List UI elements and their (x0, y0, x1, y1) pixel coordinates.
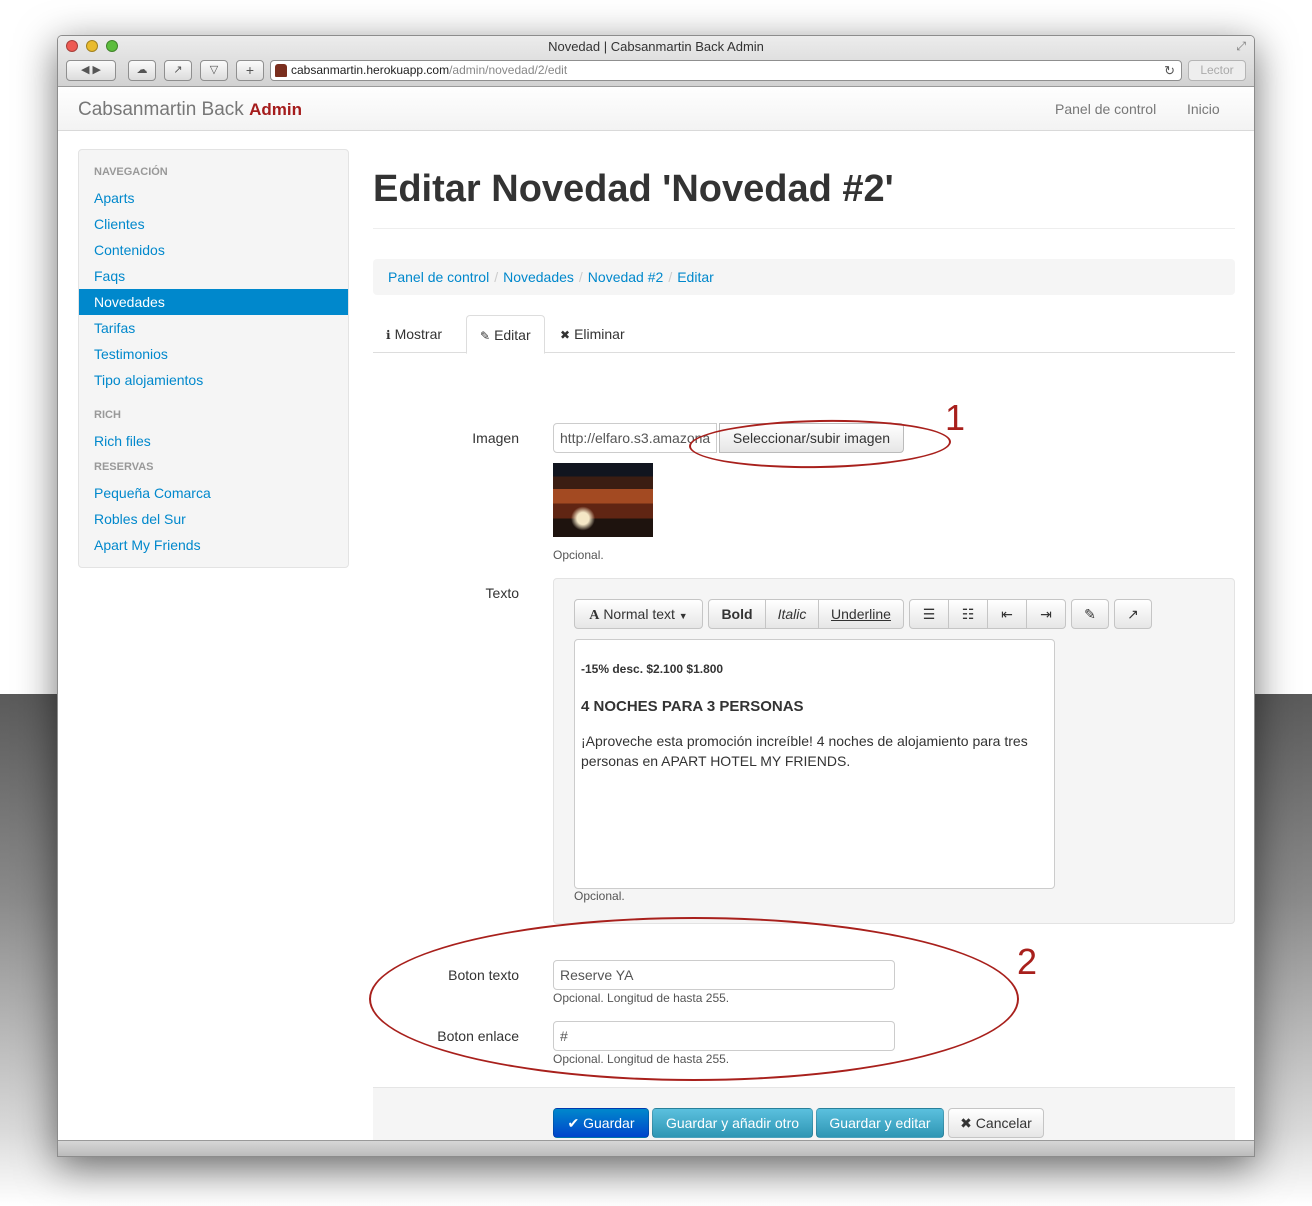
sidebar-item-tarifas[interactable]: Tarifas (79, 315, 348, 341)
sidebar-header-rich: RICH (94, 409, 121, 421)
tab-eliminar[interactable]: ✖ Eliminar (547, 315, 638, 353)
sidebar-item-faqs[interactable]: Faqs (79, 263, 348, 289)
texto-label: Texto (485, 585, 519, 601)
annotation-number-1: 1 (945, 397, 966, 438)
ordered-list-icon[interactable]: ☷ (948, 599, 988, 629)
check-icon: ✔ (567, 1115, 580, 1131)
reload-icon[interactable]: ↻ (1164, 61, 1175, 80)
sidebar: NAVEGACIÓN Aparts Clientes Contenidos Fa… (78, 149, 349, 568)
reader-button[interactable]: Lector (1188, 60, 1246, 81)
save-and-add-button[interactable]: Guardar y añadir otro (652, 1108, 813, 1138)
url-host: cabsanmartin.herokuapp.com (291, 63, 450, 77)
imagen-help: Opcional. (553, 548, 604, 562)
indent-icon[interactable]: ⇥ (1026, 599, 1066, 629)
editor-heading: 4 NOCHES PARA 3 PERSONAS (581, 698, 804, 715)
share-icon[interactable]: ↗ (164, 60, 192, 81)
nav-panel-de-control[interactable]: Panel de control (1055, 101, 1156, 117)
top-navbar: Cabsanmartin Back Admin Panel de control… (58, 88, 1254, 131)
brand-admin: Admin (249, 100, 302, 119)
editor-price-line: -15% desc. $2.100 $1.800 (581, 662, 724, 676)
text-style-dropdown[interactable]: A Normal text ▼ (574, 599, 703, 629)
sidebar-item-testimonios[interactable]: Testimonios (79, 341, 348, 367)
icloud-tabs-icon[interactable]: ☁ (128, 60, 156, 81)
browser-window: Novedad | Cabsanmartin Back Admin ⤢ ◀ ▶ … (57, 35, 1255, 1157)
status-bar (58, 1140, 1254, 1156)
close-icon: ✖ (960, 1115, 972, 1131)
save-button[interactable]: ✔ Guardar (553, 1108, 649, 1138)
sidebar-header-reservas: RESERVAS (94, 461, 154, 473)
editor-content-area[interactable]: -15% desc. $2.100 $1.800 4 NOCHES PARA 3… (574, 639, 1055, 889)
url-path: /admin/novedad/2/edit (449, 63, 568, 77)
sidebar-item-tipo-alojamientos[interactable]: Tipo alojamientos (79, 367, 348, 393)
page-title: Editar Novedad 'Novedad #2' (373, 168, 894, 210)
underline-button[interactable]: Underline (818, 599, 904, 629)
address-bar[interactable]: cabsanmartin.herokuapp.com/admin/novedad… (270, 60, 1182, 81)
breadcrumb-novedad-2[interactable]: Novedad #2 (588, 269, 664, 285)
nav-inicio[interactable]: Inicio (1187, 101, 1220, 117)
save-and-edit-button[interactable]: Guardar y editar (816, 1108, 944, 1138)
close-icon: ✖ (560, 328, 571, 342)
back-forward-button[interactable]: ◀ ▶ (66, 60, 116, 81)
cancel-button[interactable]: ✖ Cancelar (948, 1108, 1044, 1138)
breadcrumb-novedades[interactable]: Novedades (503, 269, 574, 285)
action-tabs: ℹ Mostrar ✎ Editar ✖ Eliminar (373, 315, 1235, 354)
tab-mostrar[interactable]: ℹ Mostrar (373, 315, 455, 353)
brand-name: Cabsanmartin Back (78, 99, 244, 120)
sidebar-item-rich-files[interactable]: Rich files (79, 428, 348, 454)
font-icon: A (589, 608, 600, 623)
sidebar-item-pequena-comarca[interactable]: Pequeña Comarca (79, 480, 348, 506)
rich-text-editor: A Normal text ▼ Bold Italic Underline ☰ … (553, 578, 1235, 924)
site-favicon-icon (275, 64, 287, 77)
pencil-icon[interactable]: ✎ (1071, 599, 1109, 629)
info-icon: ℹ (386, 328, 391, 342)
sidebar-header-navegacion: NAVEGACIÓN (94, 166, 168, 178)
breadcrumb-panel[interactable]: Panel de control (388, 269, 489, 285)
pencil-icon: ✎ (480, 329, 491, 343)
editor-body: ¡Aproveche esta promoción increíble! 4 n… (581, 733, 1028, 769)
sidebar-item-novedades[interactable]: Novedades (79, 289, 348, 315)
annotation-number-2: 2 (1017, 941, 1038, 982)
fullscreen-icon[interactable]: ⤢ (1236, 39, 1246, 54)
image-thumbnail (553, 463, 653, 537)
sidebar-item-robles-del-sur[interactable]: Robles del Sur (79, 506, 348, 532)
italic-button[interactable]: Italic (765, 599, 819, 629)
sidebar-item-contenidos[interactable]: Contenidos (79, 237, 348, 263)
window-title: Novedad | Cabsanmartin Back Admin (548, 39, 764, 54)
brand[interactable]: Cabsanmartin Back Admin (78, 99, 302, 121)
breadcrumb-editar[interactable]: Editar (677, 269, 714, 285)
tab-editar[interactable]: ✎ Editar (466, 315, 545, 354)
sidebar-item-aparts[interactable]: Aparts (79, 185, 348, 211)
bold-button[interactable]: Bold (708, 599, 766, 629)
add-bookmark-button[interactable]: + (236, 60, 264, 81)
annotation-ellipse-2 (369, 917, 1019, 1081)
outdent-icon[interactable]: ⇤ (987, 599, 1027, 629)
pocket-icon[interactable]: ▽ (200, 60, 228, 81)
breadcrumb: Panel de control / Novedades / Novedad #2/Ed… (373, 259, 1235, 295)
share-icon[interactable]: ↗ (1114, 599, 1152, 629)
title-bar: Novedad | Cabsanmartin Back Admin ⤢ ◀ ▶ … (58, 36, 1254, 87)
imagen-label: Imagen (472, 430, 519, 446)
texto-help: Opcional. (574, 889, 625, 903)
sidebar-item-apart-my-friends[interactable]: Apart My Friends (79, 532, 348, 558)
title-divider (373, 228, 1235, 229)
sidebar-item-clientes[interactable]: Clientes (79, 211, 348, 237)
caret-down-icon: ▼ (678, 611, 688, 621)
unordered-list-icon[interactable]: ☰ (909, 599, 949, 629)
